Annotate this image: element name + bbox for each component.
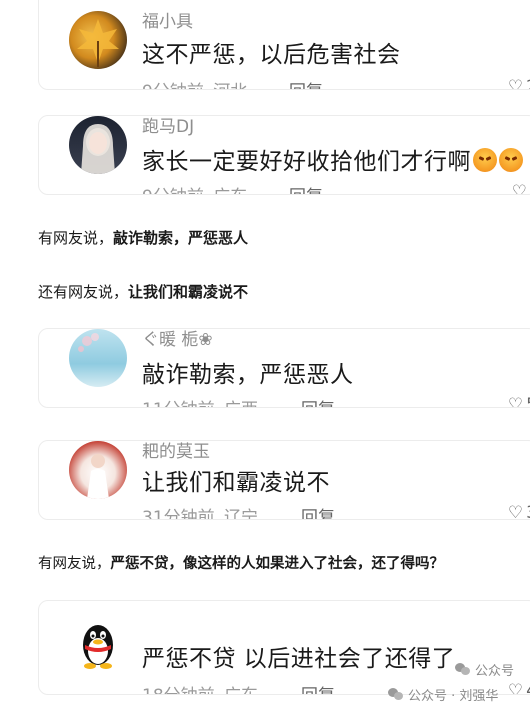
comment-username: ぐ暖 栀❀ <box>142 330 213 350</box>
comment-card-2: 跑马DJ 家长一定要好好收拾他们才行啊 9分钟前 广东 回复 ♡ <box>38 115 530 195</box>
comment-text: 让我们和霸凌说不 <box>142 470 330 496</box>
like-count: 3 <box>526 503 530 519</box>
comment-text-body: 家长一定要好好收拾他们才行啊 <box>142 149 471 175</box>
comment-text: 家长一定要好好收拾他们才行啊 <box>142 142 523 176</box>
red-dress-portrait-icon <box>87 454 109 499</box>
avatar[interactable] <box>69 116 127 174</box>
narration-quote: 敲诈勒索，严惩恶人 <box>113 229 249 247</box>
like-count: 4 <box>526 681 530 694</box>
like-count: 2 <box>526 77 530 89</box>
autumn-leaf-icon <box>77 19 119 67</box>
reply-button[interactable]: 回复 <box>301 681 335 694</box>
reply-button[interactable]: 回复 <box>301 395 335 407</box>
narration-prefix: 有网友说， <box>38 556 111 572</box>
avatar[interactable] <box>69 329 127 387</box>
comment-time: 11分钟前 <box>142 400 215 407</box>
heart-icon: ♡ <box>507 503 524 520</box>
wechat-icon <box>455 663 471 676</box>
narration-line-3: 有网友说，严惩不贷，像这样的人如果进入了社会，还了得吗？ <box>38 552 444 573</box>
comment-card-4: 耙的莫玉 让我们和霸凌说不 31分钟前 辽宁 回复 ♡ 3 <box>38 440 530 520</box>
heart-icon: ♡ <box>507 395 524 408</box>
narration-prefix: 还有网友说， <box>38 283 129 301</box>
comment-time: 31分钟前 <box>142 508 215 520</box>
comment-text: 敲诈勒索，严惩恶人 <box>142 362 354 388</box>
comment-card-3: ぐ暖 栀❀ 敲诈勒索，严惩恶人 11分钟前 广西 回复 ♡ 5 <box>38 328 530 408</box>
comment-meta: 31分钟前 辽宁 <box>142 503 259 520</box>
narration-quote: 让我们和霸凌说不 <box>128 283 249 301</box>
comment-location: 广东 <box>224 686 258 694</box>
narration-line-1: 有网友说，敲诈勒索，严惩恶人 <box>38 227 248 248</box>
comment-meta: 18分钟前 广东 <box>142 681 258 694</box>
comment-card-1: 福小具 这不严惩，以后危害社会 9分钟前 河北 回复 ♡ 2 <box>38 0 530 90</box>
comment-username: 耙的莫玉 <box>142 442 210 462</box>
avatar[interactable] <box>69 615 127 673</box>
like-button[interactable]: ♡ 2 <box>507 77 530 90</box>
comment-meta: 9分钟前 河北 <box>142 77 247 89</box>
avatar[interactable] <box>69 441 127 499</box>
comment-username: 跑马DJ <box>142 117 195 137</box>
angry-face-icon <box>499 148 523 172</box>
comment-card-5: 严惩不贷 以后进社会了还得了 18分钟前 广东 回复 ♡ 4 <box>38 600 530 695</box>
like-button[interactable]: ♡ 5 <box>507 395 530 408</box>
comment-time: 18分钟前 <box>142 686 215 694</box>
sky-blossom-icon <box>78 333 99 352</box>
watermark-bottom: 公众号 · 刘强华 <box>388 685 498 704</box>
heart-icon: ♡ <box>511 182 527 195</box>
angry-face-icon <box>473 148 497 172</box>
comment-time: 9分钟前 <box>142 187 204 194</box>
heart-icon: ♡ <box>507 77 524 90</box>
comment-meta: 9分钟前 广东 <box>142 182 247 194</box>
comment-meta: 11分钟前 广西 <box>142 395 258 407</box>
comment-location: 河北 <box>213 82 247 89</box>
narration-quote: 严惩不贷，像这样的人如果进入了社会，还了得吗？ <box>110 556 445 572</box>
girl-portrait-icon <box>81 124 115 174</box>
comment-location: 广西 <box>224 400 258 407</box>
narration-prefix: 有网友说， <box>38 229 114 247</box>
like-count: 5 <box>526 395 530 407</box>
comment-username: 福小具 <box>142 12 193 32</box>
comment-location: 辽宁 <box>224 508 259 520</box>
like-button[interactable]: ♡ 3 <box>507 503 530 520</box>
watermark-text: 公众号 <box>475 664 515 679</box>
watermark-top: 公众号 <box>455 660 514 679</box>
qq-penguin-icon <box>83 625 113 669</box>
heart-icon: ♡ <box>507 681 524 695</box>
reply-button[interactable]: 回复 <box>301 503 335 519</box>
comment-text: 严惩不贷 以后进社会了还得了 <box>142 646 456 672</box>
comment-time: 9分钟前 <box>142 82 204 89</box>
reply-button[interactable]: 回复 <box>289 182 323 194</box>
wechat-icon <box>388 688 404 701</box>
comment-text: 这不严惩，以后危害社会 <box>142 42 401 68</box>
comment-location: 广东 <box>213 187 247 194</box>
like-button[interactable]: ♡ <box>511 182 527 195</box>
narration-line-2: 还有网友说，让我们和霸凌说不 <box>38 281 248 302</box>
reply-button[interactable]: 回复 <box>289 77 323 89</box>
watermark-text: 公众号 · 刘强华 <box>408 689 499 704</box>
avatar[interactable] <box>69 11 127 69</box>
like-button[interactable]: ♡ 4 <box>507 681 530 695</box>
